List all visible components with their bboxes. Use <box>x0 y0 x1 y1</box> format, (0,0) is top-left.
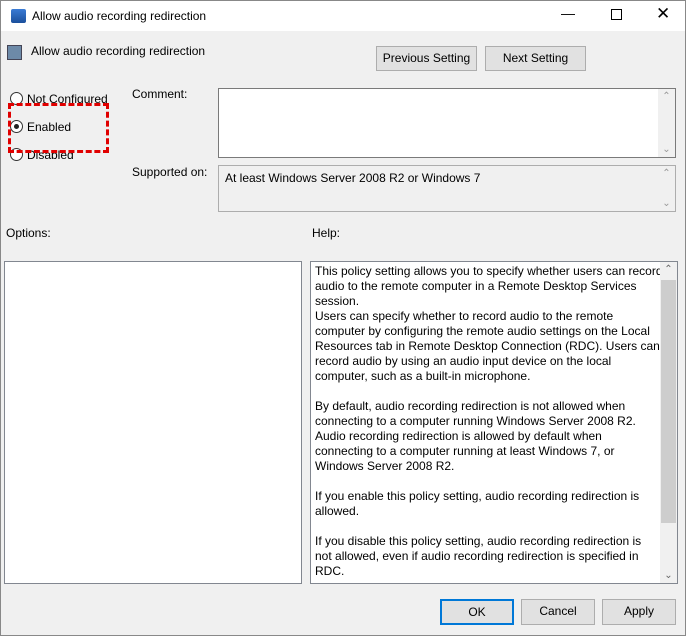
title-bar: Allow audio recording redirection — ✕ <box>0 0 686 31</box>
help-line: session. <box>315 294 360 308</box>
comment-scrollbar[interactable]: ⌃ ⌄ <box>658 89 675 157</box>
scroll-thumb[interactable] <box>661 280 676 523</box>
comment-label: Comment: <box>132 87 188 101</box>
help-line: record audio by using an audio input dev… <box>315 354 612 368</box>
policy-name: Allow audio recording redirection <box>31 44 206 58</box>
help-text: This policy setting allows you to specif… <box>315 264 663 579</box>
next-setting-button[interactable]: Next Setting <box>485 46 586 71</box>
cancel-button[interactable]: Cancel <box>521 599 595 625</box>
minimize-button[interactable]: — <box>561 5 575 21</box>
help-line: If you enable this policy setting, audio… <box>315 489 640 503</box>
help-line <box>315 474 663 489</box>
help-line: If you disable this policy setting, audi… <box>315 534 642 548</box>
help-line: connecting to a computer running at leas… <box>315 444 615 458</box>
policy-icon <box>7 45 22 60</box>
help-line <box>315 384 663 399</box>
app-icon <box>11 9 26 23</box>
help-line: computer, such as a built-in microphone. <box>315 369 531 383</box>
help-line: allowed. <box>315 504 360 518</box>
scroll-down-icon[interactable]: ⌄ <box>660 570 677 581</box>
window-title: Allow audio recording redirection <box>32 9 207 23</box>
help-line: Resources tab in Remote Desktop Connecti… <box>315 339 660 353</box>
options-label: Options: <box>6 226 51 240</box>
supported-on-label: Supported on: <box>132 165 208 179</box>
help-line: connecting to a computer running Windows… <box>315 414 636 428</box>
apply-button[interactable]: Apply <box>602 599 676 625</box>
supported-on-value: At least Windows Server 2008 R2 or Windo… <box>225 171 481 185</box>
close-button[interactable]: ✕ <box>656 4 670 24</box>
previous-setting-button[interactable]: Previous Setting <box>376 46 477 71</box>
help-line: audio to the remote computer in a Remote… <box>315 279 637 293</box>
help-line: Audio recording redirection is allowed b… <box>315 429 602 443</box>
help-line: Users can specify whether to record audi… <box>315 309 614 323</box>
help-line: not allowed, even if audio recording red… <box>315 549 639 563</box>
options-pane <box>4 261 302 584</box>
help-line: This policy setting allows you to specif… <box>315 264 663 278</box>
comment-input[interactable]: ⌃ ⌄ <box>218 88 676 158</box>
scroll-up-icon[interactable]: ⌃ <box>660 264 677 275</box>
supported-on-field: At least Windows Server 2008 R2 or Windo… <box>218 165 676 212</box>
ok-button[interactable]: OK <box>440 599 514 625</box>
help-label: Help: <box>312 226 341 240</box>
highlight-box <box>8 103 109 153</box>
help-line: By default, audio recording redirection … <box>315 399 626 413</box>
supported-scrollbar[interactable]: ⌃ ⌄ <box>658 166 675 211</box>
help-line: Windows Server 2008 R2. <box>315 459 455 473</box>
help-line: RDC. <box>315 564 345 578</box>
help-line <box>315 519 663 534</box>
help-pane: This policy setting allows you to specif… <box>310 261 678 584</box>
maximize-button[interactable] <box>611 9 622 20</box>
help-line: computer by configuring the remote audio… <box>315 324 650 338</box>
help-scrollbar[interactable]: ⌃ ⌄ <box>660 262 677 583</box>
